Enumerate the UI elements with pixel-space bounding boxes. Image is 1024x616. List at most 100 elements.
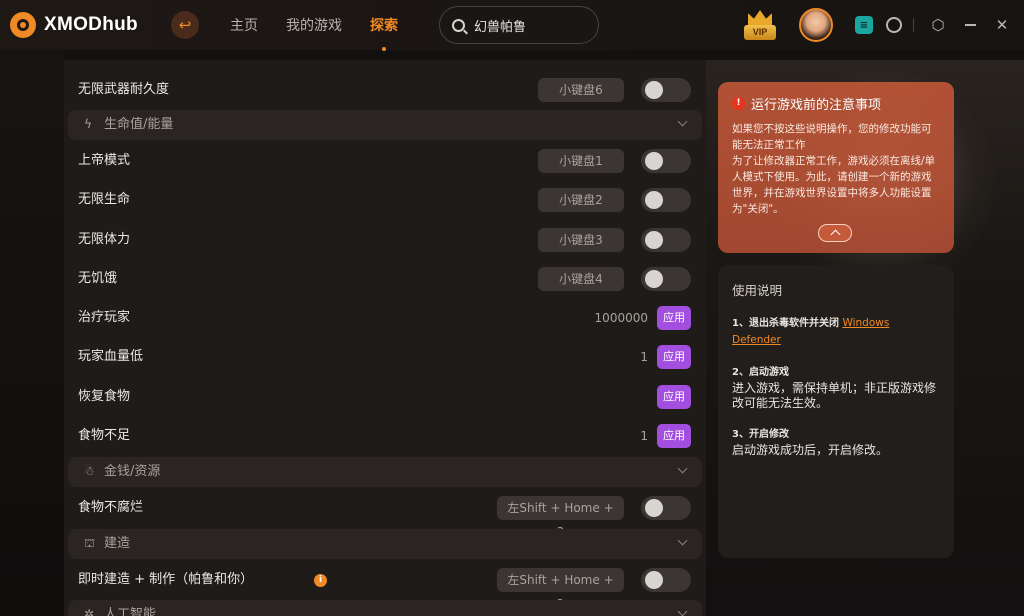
menu-list-icon[interactable]: ≡ <box>855 16 873 34</box>
cheat-toggle[interactable] <box>641 496 691 520</box>
top-bar: XMODhub ↩ 主页 我的游戏 探索 VIP ≡ ⬡ ✕ <box>0 0 1024 51</box>
cheat-row: 食物不足 1 应用 <box>64 418 706 454</box>
step-body: 进入游戏，需保持单机；非正版游戏修改可能无法生效。 <box>732 381 937 410</box>
hotkey-badge[interactable]: 左Shift + Home + 3 <box>497 496 624 539</box>
collapse-button[interactable] <box>818 224 852 242</box>
section-header-build[interactable]: ⛫ 建造 <box>68 529 702 559</box>
toolbar-divider <box>913 18 914 32</box>
nav-explore[interactable]: 探索 <box>370 15 398 51</box>
cheat-label: 即时建造 + 制作（帕鲁和你） <box>78 572 254 587</box>
notice-header: ! 运行游戏前的注意事项 <box>732 94 940 113</box>
section-header-health[interactable]: ϟ 生命值/能量 <box>68 110 702 140</box>
building-icon: ⛫ <box>84 536 96 550</box>
cheat-toggle[interactable] <box>641 188 691 212</box>
step-title: 2、启动游戏 <box>732 367 789 378</box>
step-title: 3、开启修改 <box>732 429 789 440</box>
vip-badge[interactable]: VIP <box>744 10 776 42</box>
chevron-down-icon <box>677 606 688 616</box>
instructions-card: 使用说明 1、退出杀毒软件并关闭 Windows Defender 2、启动游戏… <box>718 265 954 558</box>
cheat-label: 食物不足 <box>78 428 131 443</box>
hotkey-badge[interactable]: 左Shift + Home + 2 <box>497 568 624 611</box>
instruction-step: 2、启动游戏 进入游戏，需保持单机；非正版游戏修改可能无法生效。 <box>732 365 940 411</box>
chevron-down-icon <box>677 116 688 127</box>
section-header-ai[interactable]: ✲ 人工智能 <box>68 600 702 616</box>
background-left <box>0 0 64 616</box>
notice-title: 运行游戏前的注意事项 <box>751 98 882 113</box>
apply-button[interactable]: 应用 <box>657 306 691 330</box>
cheat-toggle[interactable] <box>641 228 691 252</box>
app-name: XMODhub <box>44 14 138 35</box>
cheat-row: 即时建造 + 制作（帕鲁和你） i 左Shift + Home + 2 <box>64 562 706 611</box>
instruction-step: 1、退出杀毒软件并关闭 Windows Defender <box>732 315 940 349</box>
cheat-row: 无限武器耐久度 小键盘6 <box>64 72 706 108</box>
cheat-label: 食物不腐烂 <box>78 500 144 515</box>
cheat-list-panel: 无限武器耐久度 小键盘6 ϟ 生命值/能量 上帝模式 小键盘1 无限生命 小键盘… <box>64 60 706 616</box>
cheat-value-input[interactable]: 1 <box>564 339 648 375</box>
search-input[interactable] <box>474 17 584 33</box>
apply-button[interactable]: 应用 <box>657 424 691 448</box>
user-icon[interactable] <box>886 17 902 33</box>
section-label: 生命值/能量 <box>104 117 174 132</box>
cheat-label: 无限武器耐久度 <box>78 82 170 97</box>
step-body: 启动游戏成功后，开启修改。 <box>732 443 889 457</box>
section-header-money[interactable]: ☃ 金钱/资源 <box>68 457 702 487</box>
cheat-toggle[interactable] <box>641 149 691 173</box>
search-box[interactable] <box>439 6 599 44</box>
lightning-icon: ϟ <box>84 117 92 131</box>
info-icon[interactable]: i <box>314 574 327 587</box>
cheat-toggle[interactable] <box>641 267 691 291</box>
hotkey-badge[interactable]: 小键盘6 <box>538 78 624 102</box>
section-label: 建造 <box>104 536 131 551</box>
cheat-label: 恢复食物 <box>78 389 131 404</box>
hotkey-badge[interactable]: 小键盘4 <box>538 267 624 291</box>
close-icon[interactable]: ✕ <box>993 16 1011 34</box>
cheat-label: 无饥饿 <box>78 271 118 286</box>
ai-icon: ✲ <box>84 607 95 616</box>
hotkey-badge[interactable]: 小键盘2 <box>538 188 624 212</box>
cheat-label: 上帝模式 <box>78 153 131 168</box>
chevron-down-icon <box>677 463 688 474</box>
instruction-step: 3、开启修改 启动游戏成功后，开启修改。 <box>732 427 940 458</box>
cheat-label: 无限生命 <box>78 192 131 207</box>
notice-body: 如果您不按这些说明操作，您的修改功能可能无法正常工作 为了让修改器正常工作，游戏… <box>732 123 936 215</box>
cheat-row: 无限生命 小键盘2 <box>64 182 706 218</box>
minimize-icon[interactable] <box>961 16 979 34</box>
cheat-row: 上帝模式 小键盘1 <box>64 143 706 179</box>
main-nav: 主页 我的游戏 探索 <box>230 15 398 51</box>
nav-my-games[interactable]: 我的游戏 <box>286 15 342 35</box>
avatar[interactable] <box>799 8 833 42</box>
settings-icon[interactable]: ⬡ <box>929 16 947 34</box>
money-bag-icon: ☃ <box>84 464 95 478</box>
cheat-row: 无饥饿 小键盘4 <box>64 261 706 297</box>
cheat-value-input[interactable]: 1 <box>564 418 648 454</box>
cheat-row: 恢复食物 应用 <box>64 379 706 415</box>
back-arrow-icon: ↩ <box>178 16 192 34</box>
apply-button[interactable]: 应用 <box>657 385 691 409</box>
section-label: 人工智能 <box>104 607 157 616</box>
app-logo[interactable]: XMODhub <box>10 12 138 38</box>
step-title: 1、退出杀毒软件并关闭 Windows Defender <box>732 315 940 349</box>
cheat-value-input[interactable]: 1000000 <box>564 300 648 336</box>
cheat-label: 治疗玩家 <box>78 310 131 325</box>
cheat-row: 食物不腐烂 左Shift + Home + 3 <box>64 490 706 539</box>
vip-label: VIP <box>744 25 776 40</box>
cheat-toggle[interactable] <box>641 78 691 102</box>
step-title-text: 1、退出杀毒软件并关闭 <box>732 318 839 329</box>
back-button[interactable]: ↩ <box>171 11 199 39</box>
hotkey-badge[interactable]: 小键盘3 <box>538 228 624 252</box>
section-label: 金钱/资源 <box>104 464 161 479</box>
crown-icon <box>748 10 772 26</box>
warning-icon: ! <box>732 97 745 110</box>
hotkey-badge[interactable]: 小键盘1 <box>538 149 624 173</box>
cheat-row: 治疗玩家 1000000 应用 <box>64 300 706 336</box>
cheat-row: 玩家血量低 1 应用 <box>64 339 706 375</box>
cheat-toggle[interactable] <box>641 568 691 592</box>
cheat-label: 无限体力 <box>78 232 131 247</box>
nav-home[interactable]: 主页 <box>230 15 258 35</box>
instructions-title: 使用说明 <box>732 283 783 298</box>
cheat-row: 无限体力 小键盘3 <box>64 222 706 258</box>
logo-icon <box>10 12 36 38</box>
notice-card: ! 运行游戏前的注意事项 如果您不按这些说明操作，您的修改功能可能无法正常工作 … <box>718 82 954 253</box>
chevron-down-icon <box>677 535 688 546</box>
apply-button[interactable]: 应用 <box>657 345 691 369</box>
